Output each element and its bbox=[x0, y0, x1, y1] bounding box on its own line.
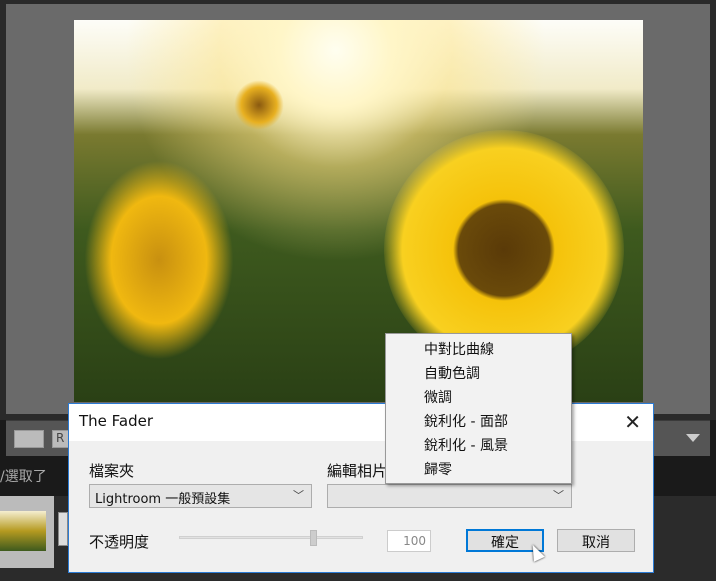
toolbar-menu-triangle-icon[interactable] bbox=[686, 434, 700, 442]
menu-item[interactable]: 自動色調 bbox=[386, 362, 571, 386]
filmstrip-thumbnail-2[interactable] bbox=[58, 512, 68, 546]
menu-item[interactable]: 銳利化 - 面部 bbox=[386, 410, 571, 434]
opacity-slider[interactable] bbox=[179, 536, 363, 539]
opacity-label: 不透明度 bbox=[89, 533, 150, 551]
cancel-button[interactable]: 取消 bbox=[557, 529, 635, 552]
opacity-value-field[interactable]: 100 bbox=[387, 530, 431, 552]
folder-label: 檔案夾 bbox=[89, 462, 135, 480]
close-icon[interactable]: ✕ bbox=[624, 410, 641, 434]
folder-select[interactable]: Lightroom 一般預設集 ﹀ bbox=[89, 484, 312, 508]
filmstrip-selection-label: /選取了 bbox=[0, 469, 47, 485]
menu-item[interactable]: 銳利化 - 風景 bbox=[386, 434, 571, 458]
chevron-down-icon: ﹀ bbox=[293, 489, 304, 502]
filmstrip-thumbnail[interactable] bbox=[0, 511, 46, 551]
chevron-down-icon: ﹀ bbox=[553, 489, 564, 502]
menu-item[interactable]: 歸零 bbox=[386, 458, 571, 482]
folder-select-value: Lightroom 一般預設集 bbox=[95, 492, 231, 507]
opacity-slider-handle[interactable] bbox=[310, 530, 317, 546]
preset-dropdown-menu: 中對比曲線 自動色調 微調 銳利化 - 面部 銳利化 - 風景 歸零 bbox=[385, 333, 572, 484]
preset-label: 編輯相片 bbox=[327, 462, 388, 480]
menu-item[interactable]: 微調 bbox=[386, 386, 571, 410]
menu-item[interactable]: 中對比曲線 bbox=[386, 338, 571, 362]
preset-select[interactable]: ﹀ bbox=[327, 484, 572, 508]
view-mode-button[interactable] bbox=[14, 430, 44, 448]
